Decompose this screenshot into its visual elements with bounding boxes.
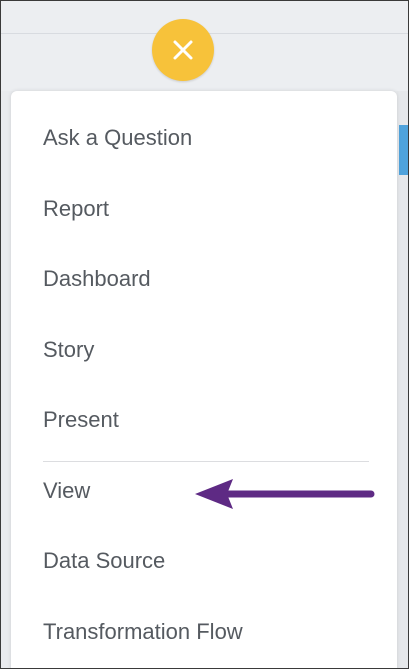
menu-item-report[interactable]: Report bbox=[43, 191, 109, 227]
create-menu: Ask a Question Report Dashboard Story Pr… bbox=[11, 91, 397, 668]
menu-item-dashboard[interactable]: Dashboard bbox=[43, 261, 151, 297]
menu-item-story[interactable]: Story bbox=[43, 332, 94, 368]
menu-item-view[interactable]: View bbox=[43, 473, 90, 509]
arrow-left-icon bbox=[195, 479, 375, 509]
menu-item-data-source[interactable]: Data Source bbox=[43, 543, 165, 579]
menu-item-present[interactable]: Present bbox=[43, 402, 119, 438]
background-panel bbox=[397, 91, 408, 668]
menu-divider bbox=[43, 461, 369, 462]
close-menu-button[interactable] bbox=[152, 19, 214, 81]
menu-item-ask-a-question[interactable]: Ask a Question bbox=[43, 120, 192, 156]
selected-tab-indicator bbox=[399, 125, 408, 175]
close-icon bbox=[173, 40, 193, 60]
app-frame: Ask a Question Report Dashboard Story Pr… bbox=[0, 0, 409, 669]
menu-item-transformation-flow[interactable]: Transformation Flow bbox=[43, 614, 243, 650]
